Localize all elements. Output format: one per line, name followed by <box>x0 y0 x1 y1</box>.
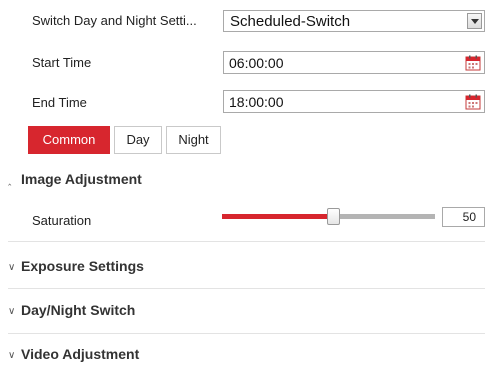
section-day-night-header[interactable]: ∨ Day/Night Switch <box>8 302 135 318</box>
saturation-label: Saturation <box>32 213 92 228</box>
chevron-down-icon: ∨ <box>8 350 16 361</box>
section-image-adjustment-title: Image Adjustment <box>21 171 142 187</box>
tab-common[interactable]: Common <box>28 126 110 154</box>
saturation-value-input[interactable]: 50 <box>442 207 485 227</box>
start-time-value: 06:00:00 <box>229 55 284 71</box>
section-video-header[interactable]: ∨ Video Adjustment <box>8 346 139 362</box>
divider <box>8 241 485 242</box>
section-exposure-header[interactable]: ∨ Exposure Settings <box>8 258 144 274</box>
tab-day[interactable]: Day <box>114 126 162 154</box>
saturation-slider-fill <box>222 214 329 219</box>
start-time-label: Start Time <box>32 55 92 70</box>
saturation-slider-handle[interactable] <box>327 208 340 225</box>
section-day-night-title: Day/Night Switch <box>21 302 136 318</box>
chevron-up-icon: ‸ <box>8 175 12 186</box>
day-night-settings-panel: Switch Day and Night Setti... Scheduled-… <box>0 0 493 379</box>
switch-day-night-select[interactable]: Scheduled-Switch <box>223 10 485 32</box>
chevron-down-icon: ∨ <box>8 306 16 317</box>
saturation-slider[interactable] <box>222 208 435 225</box>
end-time-value: 18:00:00 <box>229 94 284 110</box>
section-exposure-title: Exposure Settings <box>21 258 144 274</box>
chevron-down-icon <box>471 19 479 24</box>
switch-day-night-value: Scheduled-Switch <box>230 13 351 30</box>
dropdown-button[interactable] <box>467 13 482 29</box>
divider <box>8 333 485 334</box>
divider <box>8 288 485 289</box>
end-time-label: End Time <box>32 95 87 110</box>
calendar-icon[interactable] <box>465 55 481 71</box>
start-time-input[interactable]: 06:00:00 <box>223 51 485 74</box>
section-video-title: Video Adjustment <box>21 346 140 362</box>
end-time-input[interactable]: 18:00:00 <box>223 90 485 113</box>
chevron-down-icon: ∨ <box>8 262 16 273</box>
section-image-adjustment-header[interactable]: ‸ Image Adjustment <box>8 171 142 187</box>
tab-night[interactable]: Night <box>166 126 221 154</box>
switch-day-night-label: Switch Day and Night Setti... <box>32 13 197 28</box>
calendar-icon[interactable] <box>465 94 481 110</box>
